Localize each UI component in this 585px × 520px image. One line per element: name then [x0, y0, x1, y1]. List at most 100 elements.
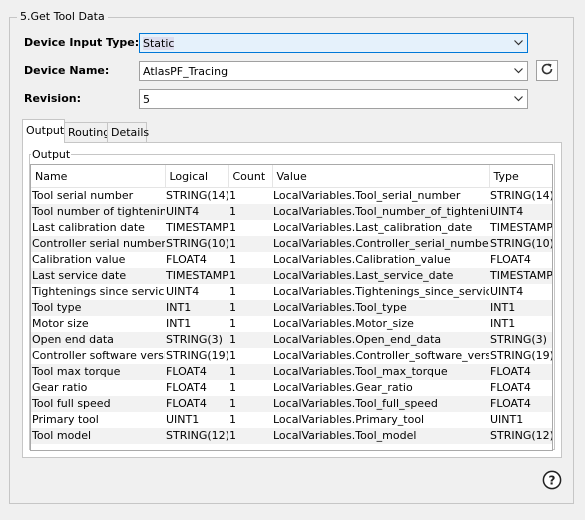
cell-type: TIMESTAMP	[489, 268, 553, 284]
cell-type: FLOAT4	[490, 253, 531, 266]
cell-name: Tool model	[31, 428, 165, 444]
tab-details[interactable]: Details	[107, 122, 149, 142]
column-header-count[interactable]: Count	[228, 165, 273, 188]
table-row[interactable]: Open end data STRING(3) 1 LocalVariables.Op…	[31, 332, 552, 348]
cell-count: 1	[228, 236, 272, 252]
cell-name: Tightenings since service	[32, 285, 165, 298]
table-row[interactable]: Last service date TIMESTAMP 1 LocalVariable…	[31, 268, 553, 284]
cell-logical: TIMESTAMP	[166, 221, 228, 234]
cell-type: FLOAT4	[489, 364, 552, 380]
table-row[interactable]: Controller software versionSTRING(19)1Lo…	[31, 348, 553, 364]
device-input-type-label: Device Input Type:	[24, 36, 140, 49]
tab-routing[interactable]: Routing	[64, 122, 110, 142]
cell-logical: UINT4	[165, 204, 228, 220]
chevron-down-icon	[510, 91, 526, 107]
table-row[interactable]: Calibration value FLOAT4 1 LocalVariables.C…	[31, 252, 552, 268]
device-name-value: AtlasPF_Tracing	[143, 65, 229, 78]
cell-name: Controller software version	[32, 349, 165, 362]
device-name-select[interactable]: AtlasPF_Tracing	[139, 61, 528, 81]
cell-type: FLOAT4	[489, 396, 552, 412]
cell-value: LocalVariables.Controller_software_versi…	[273, 349, 489, 362]
cell-name: Tool number of tightenings	[31, 204, 165, 220]
cell-name: Last service date	[31, 268, 165, 284]
cell-value: LocalVariables.Open_end_data	[272, 332, 489, 348]
cell-name: Tool type	[31, 300, 165, 316]
cell-logical: UINT1	[166, 413, 200, 426]
cell-count: 1	[229, 317, 236, 330]
cell-count: 1	[229, 221, 236, 234]
cell-logical: UINT4	[166, 285, 200, 298]
device-name-label: Device Name:	[24, 64, 110, 77]
tab-output[interactable]: Output	[22, 119, 65, 143]
cell-type: UINT4	[489, 204, 552, 220]
cell-type: STRING(10)	[489, 236, 553, 252]
cell-logical: STRING(14)	[166, 189, 228, 202]
table-row[interactable]: Tool serial number STRING(14) 1 LocalVariab…	[31, 188, 553, 205]
cell-value: LocalVariables.Gear_ratio	[273, 381, 413, 394]
cell-type: STRING(14)	[490, 189, 553, 202]
table-row[interactable]: Motor size INT1 1 LocalVariables.Motor_size…	[31, 316, 552, 332]
cell-name: Last calibration date	[32, 221, 145, 234]
revision-select[interactable]: 5	[139, 89, 528, 109]
cell-name: Open end data	[31, 332, 165, 348]
device-input-type-select[interactable]: Static	[139, 33, 528, 53]
cell-logical: INT1	[166, 317, 192, 330]
cell-type: INT1	[490, 317, 516, 330]
cell-count: 1	[228, 428, 272, 444]
cell-logical: FLOAT4	[166, 381, 207, 394]
output-table-container: Name Logical Count Value Type Tool seria…	[30, 164, 553, 451]
table-row[interactable]: Tightenings since service UINT4 1 LocalVari…	[31, 284, 552, 300]
cell-logical: STRING(3)	[165, 332, 228, 348]
cell-type: UINT4	[490, 285, 524, 298]
table-row[interactable]: Primary tool UINT1 1 LocalVariables.Primary…	[31, 412, 552, 428]
table-row[interactable]: Tool full speed FLOAT4 1 LocalVariables.Too…	[31, 396, 552, 412]
cell-value: LocalVariables.Tool_full_speed	[272, 396, 489, 412]
cell-value: LocalVariables.Motor_size	[273, 317, 414, 330]
cell-count: 1	[228, 364, 272, 380]
cell-value: LocalVariables.Last_calibration_date	[273, 221, 473, 234]
cell-value: LocalVariables.Tool_type	[272, 300, 489, 316]
chevron-down-icon	[510, 63, 526, 79]
column-header-type[interactable]: Type	[489, 165, 552, 188]
cell-value: LocalVariables.Tightenings_since_service	[273, 285, 489, 298]
help-icon: ?	[542, 470, 562, 493]
table-row[interactable]: Last calibration date TIMESTAMP 1 LocalVari…	[31, 220, 553, 236]
cell-type: FLOAT4	[490, 381, 531, 394]
cell-count: 1	[228, 332, 272, 348]
cell-name: Primary tool	[32, 413, 99, 426]
cell-value: LocalVariables.Primary_tool	[273, 413, 425, 426]
column-header-name[interactable]: Name	[31, 165, 166, 188]
help-button[interactable]: ?	[541, 470, 563, 492]
cell-count: 1	[229, 381, 236, 394]
cell-logical: STRING(10)	[165, 236, 228, 252]
cell-value: LocalVariables.Controller_serial_number	[272, 236, 489, 252]
cell-count: 1	[228, 268, 272, 284]
cell-count: 1	[228, 300, 272, 316]
cell-value: LocalVariables.Tool_number_of_tightening…	[272, 204, 489, 220]
table-row[interactable]: Tool max torque FLOAT4 1 LocalVariables.Too…	[31, 364, 552, 380]
table-row[interactable]: Gear ratio FLOAT4 1 LocalVariables.Gear_rat…	[31, 380, 552, 396]
cell-logical: FLOAT4	[165, 364, 228, 380]
cell-logical: STRING(12)	[165, 428, 228, 444]
cell-name: Tool max torque	[31, 364, 165, 380]
cell-count: 1	[229, 413, 236, 426]
refresh-icon	[540, 62, 554, 79]
cell-logical: FLOAT4	[165, 396, 228, 412]
table-header-row: Name Logical Count Value Type	[31, 165, 552, 188]
table-row[interactable]: Tool number of tightenings UINT4 1 LocalVar…	[31, 204, 552, 220]
cell-type: TIMESTAMP	[490, 221, 553, 234]
table-row[interactable]: Tool type INT1 1 LocalVariables.Tool_type IN…	[31, 300, 552, 316]
cell-type: STRING(19)	[490, 349, 553, 362]
column-header-value[interactable]: Value	[272, 165, 490, 188]
cell-name: Motor size	[32, 317, 89, 330]
table-row[interactable]: Controller serial number STRING(10) 1 Local…	[31, 236, 553, 252]
cell-count: 1	[229, 189, 236, 202]
column-header-logical[interactable]: Logical	[165, 165, 229, 188]
device-input-type-value: Static	[143, 37, 175, 50]
output-table: Name Logical Count Value Type Tool seria…	[31, 165, 553, 444]
cell-count: 1	[229, 285, 236, 298]
table-row[interactable]: Tool model STRING(12) 1 LocalVariables.Tool…	[31, 428, 552, 444]
cell-logical: TIMESTAMP	[165, 268, 228, 284]
refresh-button[interactable]	[536, 60, 558, 81]
cell-type: STRING(3)	[489, 332, 552, 348]
